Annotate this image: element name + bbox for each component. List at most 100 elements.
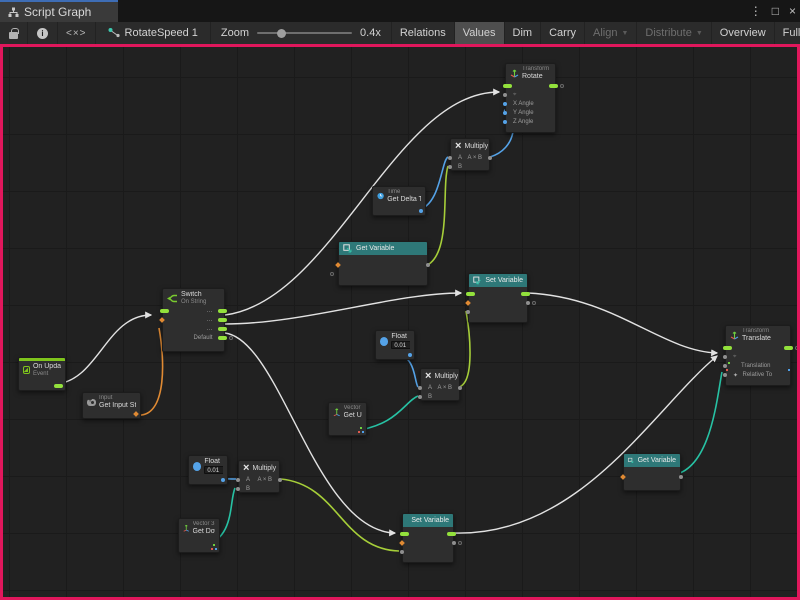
value-output-port[interactable]	[679, 475, 683, 479]
node-title: Set Variable	[485, 277, 523, 284]
target-input-port[interactable]	[503, 93, 507, 97]
variable-name-port[interactable]	[465, 300, 471, 306]
fit-view-button[interactable]: <×>	[58, 22, 96, 44]
float-value-field[interactable]: 0.01	[391, 341, 410, 349]
node-set-variable-bottom[interactable]: Set Variable	[402, 513, 454, 563]
flow-output-port[interactable]	[549, 84, 558, 88]
relative-to-input-port[interactable]	[723, 373, 727, 377]
flow-output-port[interactable]	[218, 327, 227, 331]
graph-canvas-content[interactable]: On Update Event Input Get Input String	[3, 47, 797, 597]
graph-breadcrumb[interactable]: RotateSpeed 1	[96, 22, 211, 44]
window-menu-icon[interactable]: ⋮	[750, 4, 762, 18]
on-update-icon	[23, 366, 30, 374]
unconnected-port-ring	[532, 301, 536, 305]
dim-button[interactable]: Dim	[505, 22, 542, 44]
multiply-icon: ×	[425, 371, 431, 382]
variable-name-port[interactable]	[620, 474, 626, 480]
tab-script-graph[interactable]: Script Graph	[0, 0, 118, 22]
flow-output-port[interactable]	[54, 384, 63, 388]
string-input-port[interactable]	[159, 318, 165, 324]
node-switch-on-string[interactable]: Switch On String … … … Default	[162, 288, 225, 352]
node-multiply-bottom[interactable]: ×Multiply AA × B B	[238, 460, 280, 493]
flow-input-port[interactable]	[466, 292, 475, 296]
input-icon	[87, 399, 96, 406]
node-get-variable-right[interactable]: Get Variable	[623, 453, 681, 491]
b-input-port[interactable]	[418, 395, 422, 399]
float-value-field[interactable]: 0.01	[204, 466, 223, 474]
flow-input-port[interactable]	[503, 84, 512, 88]
a-input-port[interactable]	[236, 478, 240, 482]
overview-button[interactable]: Overview	[712, 22, 775, 44]
chevron-down-icon: ▼	[621, 30, 628, 37]
node-get-down[interactable]: Vector 3 Get Down	[178, 518, 220, 553]
node-title: Get Down	[193, 528, 216, 536]
carry-button[interactable]: Carry	[541, 22, 585, 44]
variable-name-port[interactable]	[399, 540, 405, 546]
vector3-output-port[interactable]	[211, 544, 217, 550]
node-on-update[interactable]: On Update Event	[18, 357, 66, 391]
zoom-slider-thumb[interactable]	[277, 29, 286, 38]
value-input-port[interactable]	[400, 550, 404, 554]
flow-input-port[interactable]	[723, 346, 732, 350]
b-input-port[interactable]	[448, 165, 452, 169]
close-icon[interactable]: ×	[789, 4, 796, 18]
node-rotate[interactable]: Transform Rotate ⌖ X Angle Y Angle Z Ang…	[505, 63, 556, 133]
a-input-port[interactable]	[418, 386, 422, 390]
translation-input-port[interactable]	[723, 364, 727, 368]
vector3-icon	[183, 523, 190, 533]
value-output-port[interactable]	[426, 263, 430, 267]
node-multiply-mid[interactable]: ×Multiply AA × B B	[420, 368, 460, 401]
float-output-port[interactable]	[419, 209, 423, 213]
float-output-port[interactable]	[408, 353, 412, 357]
string-output-port[interactable]	[133, 411, 139, 417]
float-icon	[193, 462, 201, 471]
value-input-port[interactable]	[466, 310, 470, 314]
flow-output-port[interactable]	[218, 309, 227, 313]
node-float-bottom[interactable]: Float 0.01	[188, 455, 228, 485]
result-output-port[interactable]	[278, 478, 282, 482]
graph-canvas[interactable]: On Update Event Input Get Input String	[0, 44, 800, 600]
node-category: Vector 3	[344, 405, 363, 412]
result-output-port[interactable]	[488, 156, 492, 160]
multiply-icon: ×	[243, 463, 249, 474]
align-button[interactable]: Align▼	[585, 22, 637, 44]
node-get-input-string[interactable]: Input Get Input String	[82, 392, 141, 419]
flow-input-port[interactable]	[400, 532, 409, 536]
node-title: On Update	[33, 363, 61, 371]
zoom-slider[interactable]	[257, 32, 352, 34]
vector3-output-port[interactable]	[358, 427, 364, 433]
z-angle-port[interactable]	[503, 120, 507, 124]
relations-button[interactable]: Relations	[392, 22, 455, 44]
node-multiply-top[interactable]: ×Multiply AA × B B	[450, 138, 490, 171]
flow-output-port[interactable]	[447, 532, 456, 536]
maximize-icon[interactable]: □	[772, 4, 779, 18]
distribute-button[interactable]: Distribute▼	[637, 22, 711, 44]
float-output-port[interactable]	[221, 478, 225, 482]
lock-button[interactable]	[0, 22, 28, 44]
result-output-port[interactable]	[458, 386, 462, 390]
node-float-top[interactable]: Float 0.01	[375, 330, 415, 360]
node-title: Get Input String	[99, 402, 136, 410]
value-output-port[interactable]	[452, 541, 456, 545]
flow-input-port[interactable]	[160, 309, 169, 313]
node-get-variable-top[interactable]: Get Variable	[338, 241, 428, 286]
value-output-port[interactable]	[526, 301, 530, 305]
flow-output-port[interactable]	[521, 292, 530, 296]
variable-name-port[interactable]	[335, 262, 341, 268]
node-get-delta-time[interactable]: Time Get Delta Time	[372, 186, 426, 216]
fullscreen-button[interactable]: Full Screen	[775, 22, 800, 44]
target-input-port[interactable]	[723, 355, 727, 359]
x-angle-port[interactable]	[503, 102, 507, 106]
values-button[interactable]: Values	[455, 22, 505, 44]
node-translate[interactable]: Transform Translate ⌖ Translation ✦ Rela…	[725, 325, 791, 386]
a-input-port[interactable]	[448, 156, 452, 160]
flow-output-port[interactable]	[784, 346, 793, 350]
info-button[interactable]: i	[28, 22, 58, 44]
node-set-variable-mid[interactable]: Set Variable	[468, 273, 528, 323]
flow-output-port[interactable]	[218, 336, 227, 340]
b-input-port[interactable]	[236, 487, 240, 491]
node-get-up[interactable]: Vector 3 Get Up	[328, 402, 367, 436]
flow-output-port[interactable]	[218, 318, 227, 322]
y-angle-port[interactable]	[503, 111, 507, 115]
zoom-control: Zoom 0.4x	[211, 22, 392, 44]
